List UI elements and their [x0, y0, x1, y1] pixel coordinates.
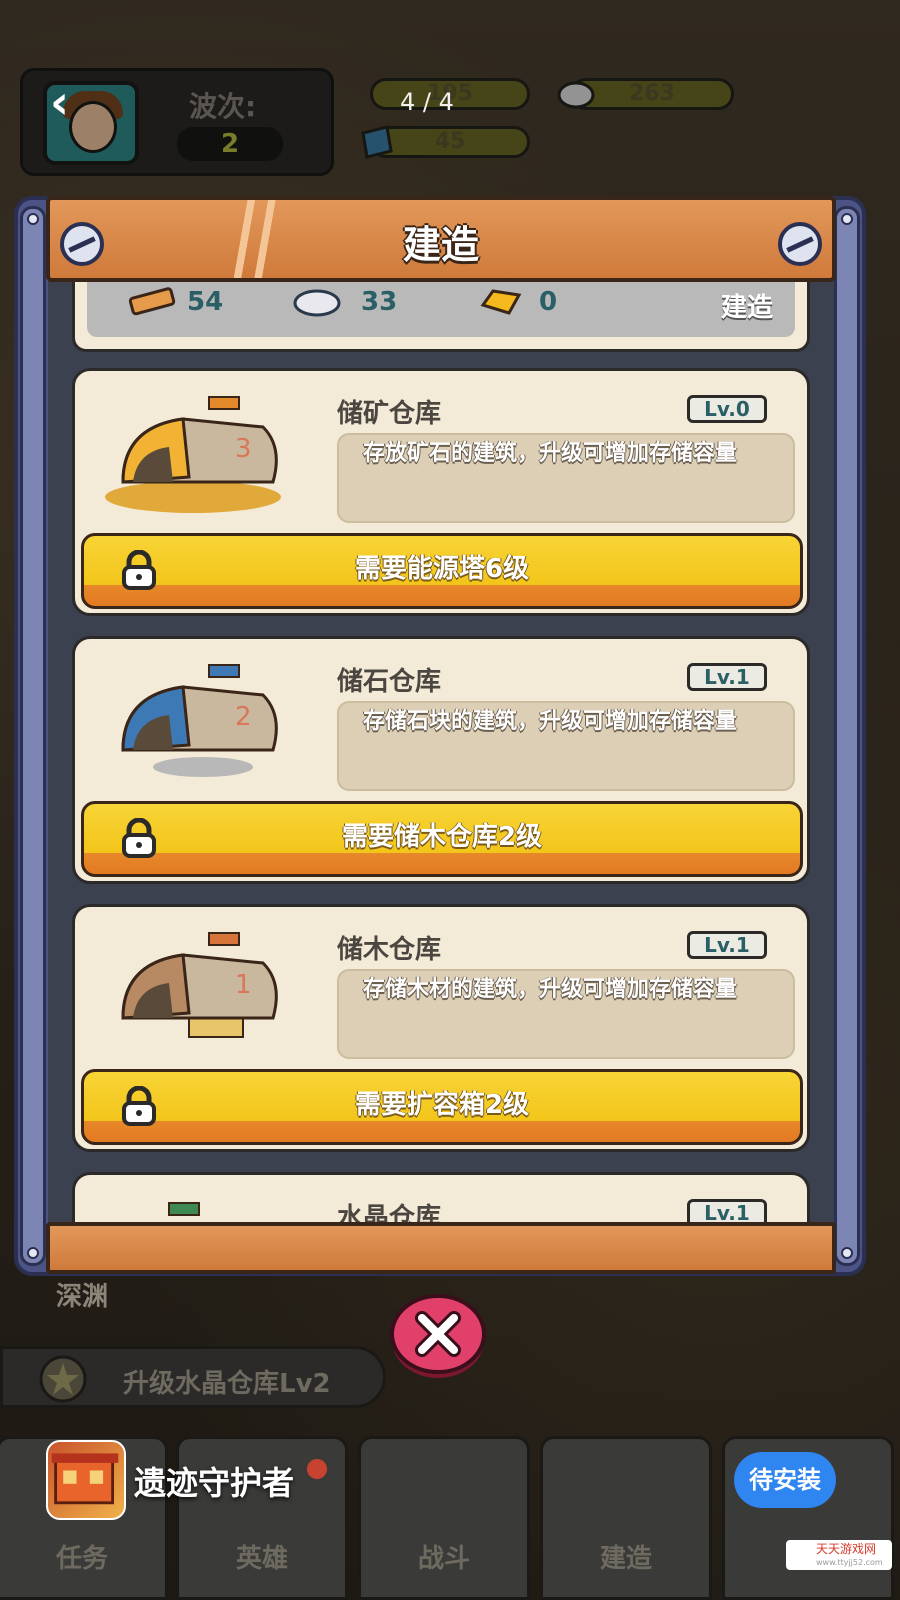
- tab-battle[interactable]: 战斗: [358, 1436, 530, 1600]
- tab-label: 建造: [599, 1544, 652, 1574]
- frame-rail-right: [834, 206, 860, 1266]
- tab-build[interactable]: 建造: [540, 1436, 712, 1600]
- building-card-ore-storage: 3 储矿仓库 Lv.0 存放矿石的建筑，升级可增加存储容量 需要能源塔6级: [72, 368, 810, 616]
- install-button[interactable]: 待安装: [734, 1452, 836, 1508]
- app-icon[interactable]: [46, 1440, 126, 1520]
- upgrade-locked-button[interactable]: 需要扩容箱2级: [81, 1069, 803, 1145]
- building-name: 储矿仓库: [337, 399, 442, 429]
- requirement-text: 需要能源塔6级: [354, 554, 530, 584]
- svg-text:1: 1: [235, 970, 252, 1000]
- stone-storage-art: 2: [121, 664, 278, 777]
- building-name: 储石仓库: [337, 667, 442, 697]
- tab-label: 战斗: [417, 1544, 470, 1574]
- building-description: 存放矿石的建筑，升级可增加存储容量: [337, 433, 795, 523]
- site-watermark: 天天游戏网 www.ttyjj52.com: [786, 1540, 892, 1570]
- quest-text: 升级水晶仓库Lv2: [123, 1369, 331, 1399]
- svg-text:3: 3: [235, 434, 252, 464]
- stone-count: 33: [361, 287, 398, 317]
- svg-text:2: 2: [235, 702, 252, 732]
- image-pager: 4 / 4: [400, 88, 454, 116]
- wood-storage-art: 1: [121, 932, 278, 1038]
- star-badge-icon: [39, 1355, 87, 1403]
- ore-storage-art: 3: [105, 396, 281, 513]
- requirement-text: 需要扩容箱2级: [354, 1090, 530, 1120]
- building-card-wood-storage: 1 储木仓库 Lv.1 存储木材的建筑，升级可增加存储容量 需要扩容箱2级: [72, 904, 810, 1152]
- modal-header: 建造: [46, 196, 836, 282]
- build-label[interactable]: 建造: [721, 287, 773, 324]
- level-badge: Lv.0: [687, 395, 767, 423]
- upgrade-locked-button[interactable]: 需要储木仓库2级: [81, 801, 803, 877]
- building-description: 存储石块的建筑，升级可增加存储容量: [337, 701, 795, 791]
- screw-icon: [778, 222, 822, 266]
- tab-label: 任务: [55, 1544, 108, 1574]
- modal-title: 建造: [402, 223, 479, 267]
- frame-rail-left: [20, 206, 46, 1266]
- abyss-label: 深渊: [56, 1282, 109, 1312]
- stone-icon: [293, 289, 341, 317]
- back-arrow-icon[interactable]: ‹: [50, 79, 98, 128]
- building-name: 储木仓库: [337, 935, 442, 965]
- modal-footer: [46, 1222, 836, 1274]
- gold-count: 0: [539, 287, 558, 317]
- tab-label: 英雄: [235, 1544, 288, 1574]
- gold-ingot-icon: [480, 289, 522, 315]
- building-card-stone-storage: 2 储石仓库 Lv.1 存储石块的建筑，升级可增加存储容量 需要储木仓库2级: [72, 636, 810, 884]
- wood-count: 54: [187, 287, 224, 317]
- wood-icon: [128, 287, 176, 316]
- building-description: 存储木材的建筑，升级可增加存储容量: [337, 969, 795, 1059]
- level-badge: Lv.1: [687, 663, 767, 691]
- level-badge: Lv.1: [687, 931, 767, 959]
- quest-bar[interactable]: 升级水晶仓库Lv2: [0, 1346, 386, 1408]
- upgrade-locked-button[interactable]: 需要能源塔6级: [81, 533, 803, 609]
- requirement-text: 需要储木仓库2级: [341, 822, 543, 852]
- close-icon[interactable]: [388, 1292, 488, 1380]
- app-name: 遗迹守护者: [134, 1464, 295, 1502]
